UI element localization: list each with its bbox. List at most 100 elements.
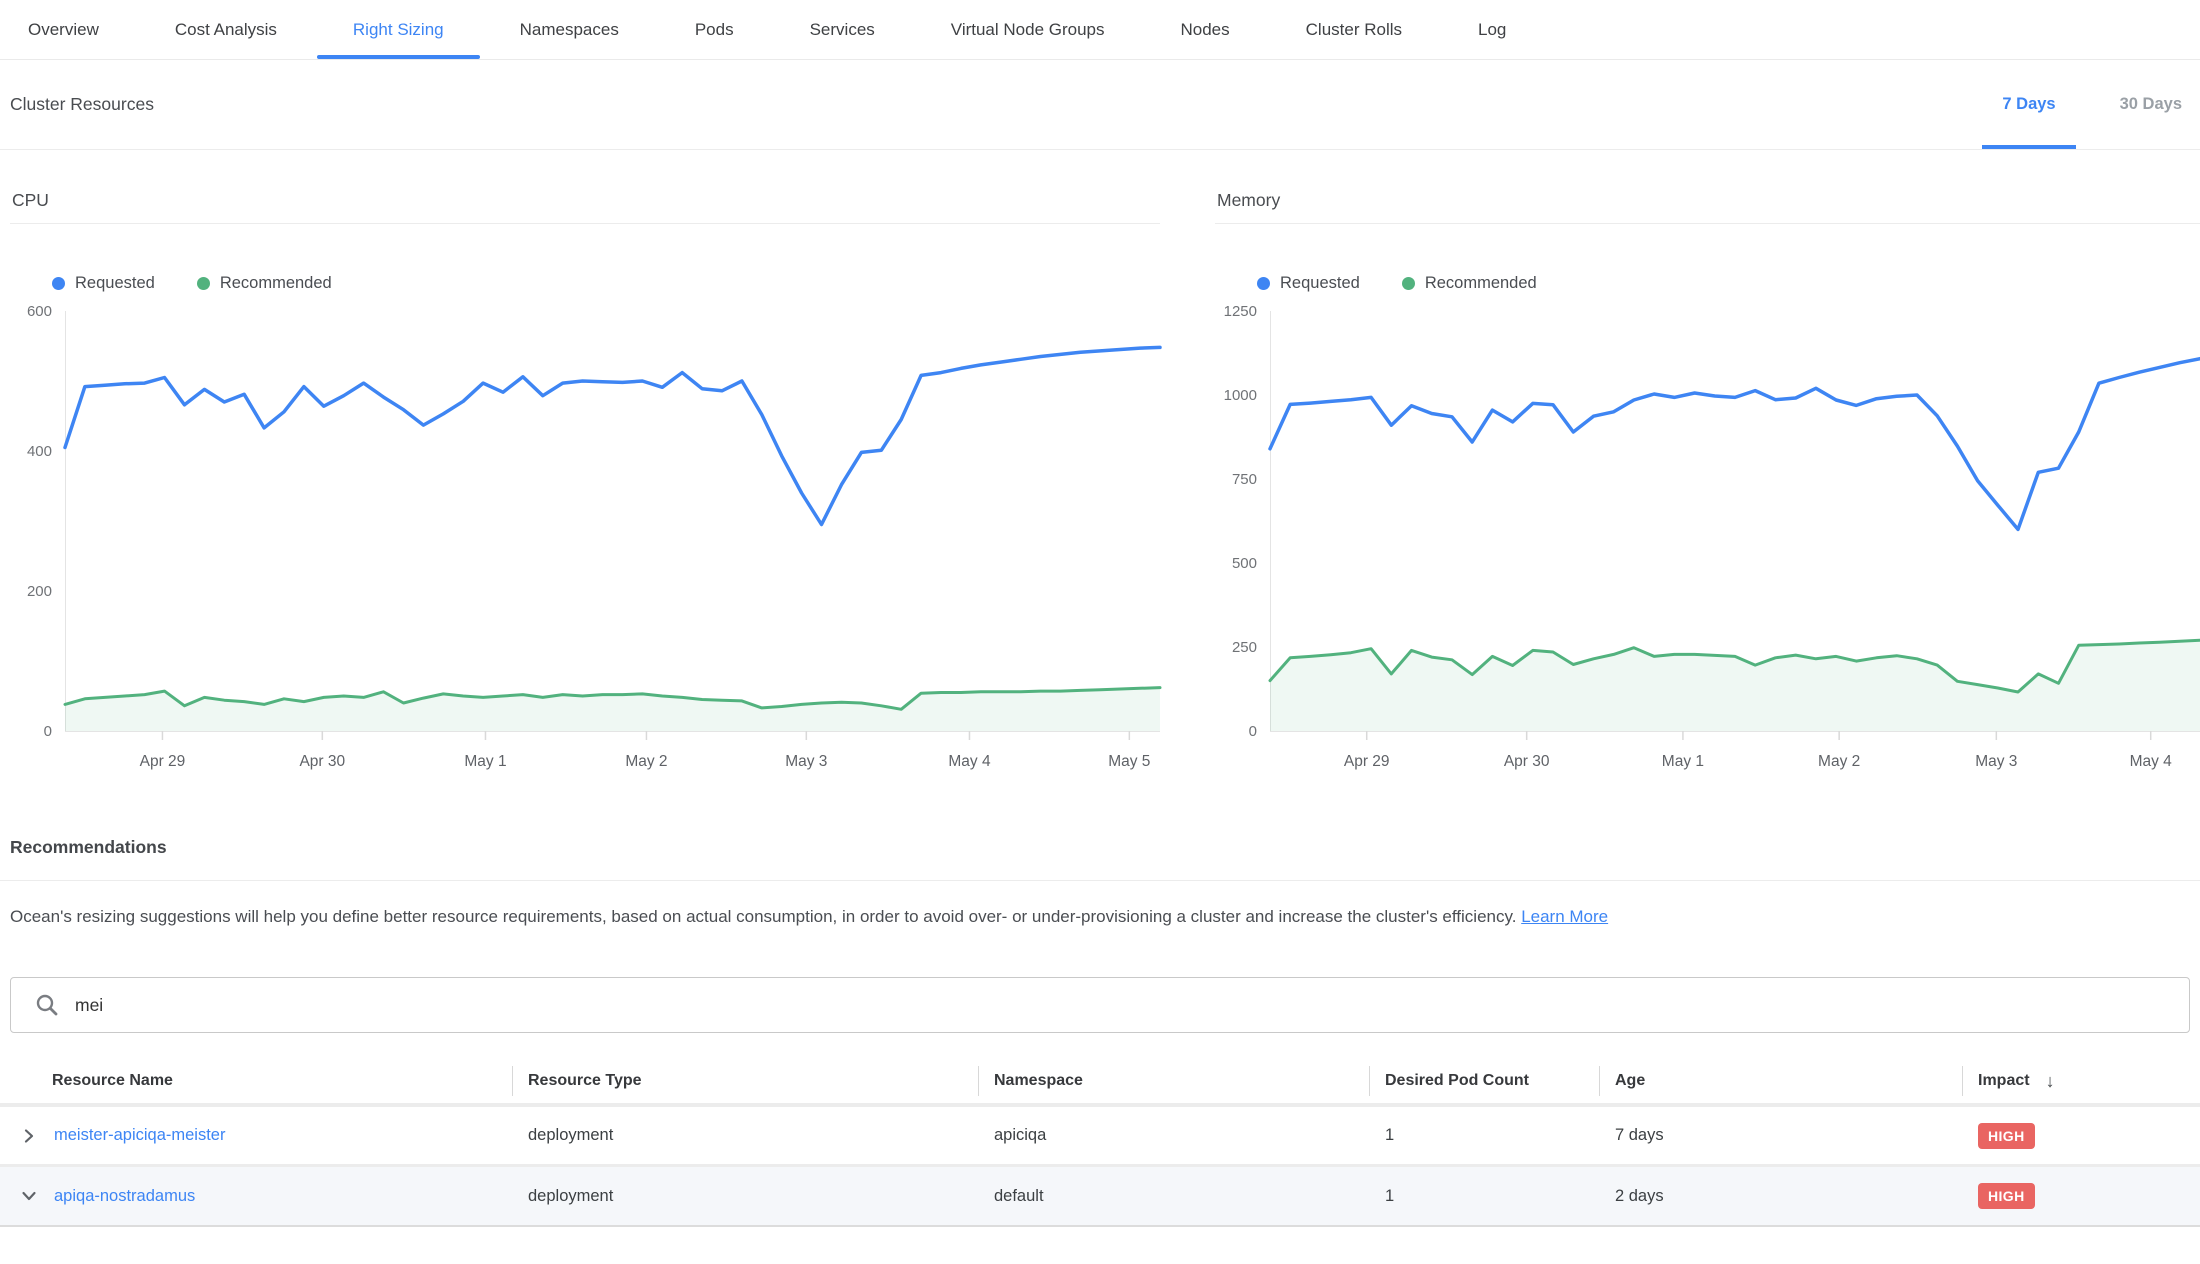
cpu-x-axis-labels: Apr 29Apr 30May 1May 2May 3May 4May 5: [65, 743, 1160, 779]
recommendations-title: Recommendations: [10, 837, 2200, 858]
tab-pods[interactable]: Pods: [657, 0, 772, 59]
column-header-label: Namespace: [994, 1072, 1083, 1090]
learn-more-link[interactable]: Learn More: [1521, 907, 1608, 926]
recommendations-table: Resource Name Resource Type Namespace Desir…: [0, 1059, 2200, 1227]
y-axis-tick-label: 750: [1232, 471, 1257, 488]
x-axis-tick-label: May 3: [761, 753, 851, 771]
chevron-right-icon[interactable]: [20, 1127, 38, 1145]
range-option-30-days[interactable]: 30 Days: [2120, 60, 2182, 149]
impact-cell: HIGH: [1962, 1167, 2200, 1225]
memory-x-axis-labels: Apr 29Apr 30May 1May 2May 3May 4: [1270, 743, 2200, 779]
x-axis-tick-label: May 5: [1084, 753, 1174, 771]
legend-label: Recommended: [220, 274, 332, 293]
column-header-label: Resource Name: [52, 1072, 173, 1090]
resource-search-box[interactable]: [10, 977, 2190, 1033]
y-axis-tick-label: 1000: [1224, 387, 1257, 404]
tab-right-sizing[interactable]: Right Sizing: [315, 0, 482, 59]
sort-descending-icon[interactable]: ↓: [2046, 1071, 2055, 1092]
legend-item-recommended: Recommended: [197, 274, 332, 293]
column-header-label: Resource Type: [528, 1072, 642, 1090]
namespace-cell: apiciqa: [978, 1107, 1369, 1164]
date-range-toggle: 7 Days 30 Days: [2002, 60, 2182, 149]
section-title: Cluster Resources: [10, 94, 154, 115]
x-axis-tick-label: Apr 29: [1322, 753, 1412, 771]
legend-item-requested: Requested: [1257, 274, 1360, 293]
table-row[interactable]: meister-apiciqa-meister deploymentapiciqa…: [0, 1107, 2200, 1167]
cluster-resources-header: Cluster Resources 7 Days 30 Days: [0, 60, 2200, 150]
recommendations-divider: [0, 880, 2200, 881]
impact-cell: HIGH: [1962, 1107, 2200, 1164]
desired-pod-count-cell: 1: [1369, 1107, 1599, 1164]
impact-badge: HIGH: [1978, 1183, 2035, 1209]
x-axis-tick-label: May 2: [601, 753, 691, 771]
legend-item-requested: Requested: [52, 274, 155, 293]
x-axis-tick-label: May 2: [1794, 753, 1884, 771]
column-header-label: Impact: [1978, 1072, 2030, 1090]
x-axis-tick-label: May 4: [2106, 753, 2196, 771]
tab-cost-analysis[interactable]: Cost Analysis: [137, 0, 315, 59]
right-sizing-page: OverviewCost AnalysisRight SizingNamespa…: [0, 0, 2200, 1264]
impact-badge: HIGH: [1978, 1123, 2035, 1149]
y-axis-tick-label: 0: [44, 723, 52, 740]
y-axis-tick-label: 200: [27, 583, 52, 600]
column-header-desired-pod-count[interactable]: Desired Pod Count: [1369, 1059, 1599, 1103]
column-header-impact[interactable]: Impact ↓: [1962, 1059, 2200, 1103]
cpu-chart-panel: CPU Requested Recommended 0 200 400 600 Apr …: [10, 150, 1160, 779]
resource-name-link[interactable]: apiqa-nostradamus: [54, 1187, 195, 1206]
column-header-resource-type[interactable]: Resource Type: [512, 1059, 978, 1103]
tab-log[interactable]: Log: [1440, 0, 1544, 59]
age-cell: 7 days: [1599, 1107, 1962, 1164]
namespace-cell: default: [978, 1167, 1369, 1225]
recommended-legend-dot-icon: [197, 277, 210, 290]
legend-item-recommended: Recommended: [1402, 274, 1537, 293]
tab-nodes[interactable]: Nodes: [1143, 0, 1268, 59]
resource-name-cell: meister-apiciqa-meister: [0, 1107, 512, 1164]
memory-line-chart: [1270, 311, 2200, 743]
tab-overview[interactable]: Overview: [0, 0, 137, 59]
x-axis-tick-label: Apr 29: [117, 753, 207, 771]
column-header-label: Age: [1615, 1072, 1645, 1090]
search-input[interactable]: [75, 995, 2169, 1016]
table-row[interactable]: apiqa-nostradamusdeploymentdefault12 day…: [0, 1167, 2200, 1227]
cpu-line-chart: [65, 311, 1160, 743]
resource-type-cell: deployment: [512, 1167, 978, 1225]
search-icon: [35, 993, 59, 1017]
tab-cluster-rolls[interactable]: Cluster Rolls: [1268, 0, 1440, 59]
y-axis-tick-label: 400: [27, 443, 52, 460]
memory-chart-title: Memory: [1215, 150, 2200, 224]
y-axis-tick-label: 1250: [1224, 303, 1257, 320]
memory-chart-legend: Requested Recommended: [1257, 274, 2200, 293]
requested-legend-dot-icon: [52, 277, 65, 290]
column-header-resource-name[interactable]: Resource Name: [0, 1059, 512, 1103]
table-body: meister-apiciqa-meister deploymentapiciqa…: [0, 1107, 2200, 1227]
cpu-chart-legend: Requested Recommended: [52, 274, 1160, 293]
tab-services[interactable]: Services: [772, 0, 913, 59]
recommended-legend-dot-icon: [1402, 277, 1415, 290]
table-header-row: Resource Name Resource Type Namespace Desir…: [0, 1059, 2200, 1107]
cpu-chart-title: CPU: [10, 150, 1160, 224]
resource-name-link[interactable]: meister-apiciqa-meister: [54, 1126, 225, 1145]
legend-label: Recommended: [1425, 274, 1537, 293]
tab-virtual-node-groups[interactable]: Virtual Node Groups: [913, 0, 1143, 59]
y-axis-tick-label: 0: [1249, 723, 1257, 740]
column-header-namespace[interactable]: Namespace: [978, 1059, 1369, 1103]
recommendations-description: Ocean's resizing suggestions will help y…: [10, 907, 2190, 927]
y-axis-tick-label: 600: [27, 303, 52, 320]
resource-type-cell: deployment: [512, 1107, 978, 1164]
range-option-7-days[interactable]: 7 Days: [2002, 60, 2055, 149]
memory-y-axis-labels: 025050075010001250: [1215, 311, 1270, 779]
y-axis-tick-label: 500: [1232, 555, 1257, 572]
recommendations-description-text: Ocean's resizing suggestions will help y…: [10, 907, 1516, 926]
tab-namespaces[interactable]: Namespaces: [482, 0, 657, 59]
resource-name-cell: apiqa-nostradamus: [0, 1167, 512, 1225]
requested-legend-dot-icon: [1257, 277, 1270, 290]
y-axis-tick-label: 250: [1232, 639, 1257, 656]
legend-label: Requested: [1280, 274, 1360, 293]
chevron-down-icon[interactable]: [20, 1187, 38, 1205]
x-axis-tick-label: May 1: [1638, 753, 1728, 771]
legend-label: Requested: [75, 274, 155, 293]
column-header-age[interactable]: Age: [1599, 1059, 1962, 1103]
charts-row: CPU Requested Recommended 0 200 400 600 Apr …: [0, 150, 2200, 779]
x-axis-tick-label: May 4: [924, 753, 1014, 771]
age-cell: 2 days: [1599, 1167, 1962, 1225]
